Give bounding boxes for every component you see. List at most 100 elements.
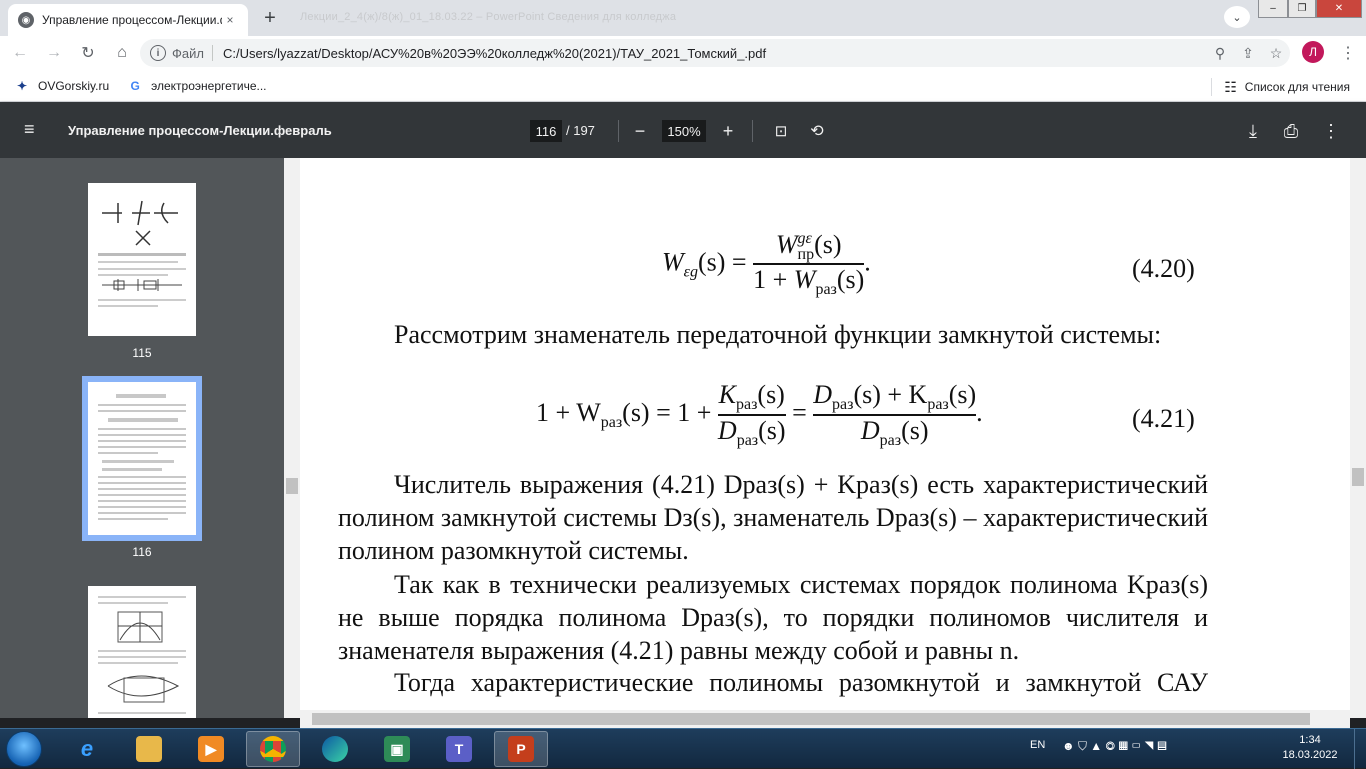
- chrome-taskbar-button[interactable]: [246, 731, 300, 767]
- thumbnail-image: [88, 586, 196, 718]
- store-taskbar-button[interactable]: ▣: [370, 731, 424, 767]
- system-clock[interactable]: 1:34 18.03.2022: [1280, 733, 1340, 763]
- eq-numerator: Dраз(s) + Kраз(s): [813, 380, 976, 414]
- address-bar[interactable]: i Файл C:/Users/lyazzat/Desktop/АСУ%20в%…: [140, 39, 1290, 67]
- page-number-input[interactable]: 116: [530, 120, 562, 142]
- viewer-hscroll-thumb[interactable]: [312, 713, 1310, 725]
- reading-list-button[interactable]: ☷ Список для чтения: [1211, 78, 1350, 96]
- bookmark-electro[interactable]: G электроэнергетиче...: [127, 78, 266, 94]
- eq-numerator: Kраз(s): [719, 380, 785, 414]
- fit-page-icon[interactable]: ⊡: [768, 118, 794, 144]
- clock-time: 1:34: [1299, 734, 1321, 746]
- language-indicator[interactable]: EN: [1030, 739, 1045, 751]
- pdf-viewer[interactable]: Wεg(s) = Wgε пр (s) 1 + Wраз(s) . (4.20) Р…: [300, 158, 1350, 710]
- zoom-icon[interactable]: ⚲: [1206, 45, 1234, 62]
- media-taskbar-button[interactable]: ▶: [184, 731, 238, 767]
- eq-subscript: раз: [927, 396, 949, 414]
- sidebar-scroll-thumb[interactable]: [286, 478, 298, 494]
- paragraph: Числитель выражения (4.21) Dраз(s) + Kра…: [338, 468, 1208, 567]
- browser-menu-icon[interactable]: ⋮: [1336, 41, 1360, 65]
- thumbnail-page-116[interactable]: 116: [82, 376, 202, 559]
- eq-symbol: W: [662, 247, 684, 277]
- powerpoint-taskbar-button[interactable]: P: [494, 731, 548, 767]
- eq-symbol: (s): [757, 380, 785, 409]
- store-icon: ▣: [384, 736, 410, 762]
- equation-number: (4.20): [1132, 254, 1195, 283]
- bookmark-label: OVGorskiy.ru: [38, 78, 110, 93]
- tab-close-icon[interactable]: ×: [222, 13, 238, 27]
- back-button[interactable]: ←: [6, 39, 34, 67]
- thumbnail-page-115[interactable]: 115: [88, 183, 196, 360]
- eq-symbol: D: [860, 415, 880, 445]
- thumbnail-text-lines: [98, 394, 186, 520]
- tab-title: Управление процессом-Лекции.февраль: [42, 13, 222, 27]
- bookmark-star-icon[interactable]: ☆: [1262, 45, 1290, 62]
- paragraph-text: Числитель выражения (4.21) Dраз(s) + Kра…: [338, 470, 1208, 565]
- site-info-icon[interactable]: i: [150, 45, 166, 61]
- minimize-button[interactable]: –: [1258, 0, 1288, 18]
- equation-4-21: 1 + Wраз(s) = 1 + Kраз(s) Dраз(s) = Dраз…: [536, 380, 983, 450]
- tab-strip: ◉ Управление процессом-Лекции.февраль × …: [0, 0, 1366, 36]
- new-tab-button[interactable]: +: [256, 6, 284, 30]
- pdf-title: Управление процессом-Лекции.февраль: [68, 123, 332, 138]
- show-desktop-button[interactable]: [1354, 729, 1366, 769]
- eq-subscript: раз: [832, 396, 854, 414]
- thumbnail-page-117[interactable]: [88, 586, 196, 718]
- profile-avatar[interactable]: Л: [1302, 41, 1324, 63]
- eq-subscript: раз: [879, 431, 902, 449]
- viewer-horizontal-scrollbar[interactable]: [300, 710, 1350, 728]
- tab-search-chevron-icon[interactable]: ⌄: [1224, 6, 1250, 28]
- eq-subscript: пр: [797, 246, 815, 264]
- zoom-out-button[interactable]: −: [627, 118, 653, 144]
- eq-superscript: gε: [797, 230, 812, 248]
- eq-symbol: (s): [758, 415, 786, 445]
- equation-number: (4.21): [1132, 404, 1195, 433]
- thumbnail-diagram: [98, 596, 186, 714]
- paragraph: Тогда характеристические полиномы разомк…: [338, 666, 1208, 710]
- eq-symbol: 1 + W: [536, 397, 601, 427]
- ie-icon: e: [80, 736, 94, 761]
- maximize-button[interactable]: ❐: [1288, 0, 1316, 18]
- reload-button[interactable]: ↻: [74, 39, 102, 67]
- thumbnail-diagram: [98, 200, 186, 307]
- download-icon[interactable]: ⤓: [1240, 118, 1266, 144]
- eq-symbol: K: [718, 380, 736, 409]
- thumbnail-label: 115: [132, 346, 152, 360]
- start-button[interactable]: [6, 731, 42, 767]
- pdf-menu-icon[interactable]: ≡: [24, 120, 44, 138]
- share-icon[interactable]: ⇪: [1234, 45, 1262, 62]
- ie-taskbar-button[interactable]: e: [60, 731, 114, 767]
- pdf-toolbar: ≡ Управление процессом-Лекции.февраль 11…: [0, 102, 1366, 158]
- reading-list-label: Список для чтения: [1244, 80, 1350, 94]
- tray-icons[interactable]: ☻ ⛉ ▲ ◎ ▦ ▭ ◥ ▤: [1062, 739, 1167, 754]
- sidebar-scrollbar[interactable]: [284, 158, 300, 718]
- bookmark-ovgorskiy[interactable]: ✦ OVGorskiy.ru: [14, 78, 109, 94]
- edge-taskbar-button[interactable]: [308, 731, 362, 767]
- toolbar-divider: [618, 120, 619, 142]
- pdf-tab-icon: ◉: [18, 12, 34, 28]
- teams-taskbar-button[interactable]: T: [432, 731, 486, 767]
- pdf-page: Wεg(s) = Wgε пр (s) 1 + Wраз(s) . (4.20) Р…: [300, 158, 1350, 710]
- viewer-scroll-thumb[interactable]: [1352, 468, 1364, 486]
- eq-symbol: W: [793, 264, 816, 294]
- url-text[interactable]: C:/Users/lyazzat/Desktop/АСУ%20в%20ЭЭ%20…: [223, 46, 1206, 61]
- powerpoint-icon: P: [508, 736, 534, 762]
- paragraph-text: Так как в технически реализуемых система…: [338, 570, 1208, 665]
- forward-button[interactable]: →: [40, 39, 68, 67]
- home-button[interactable]: ⌂: [108, 39, 136, 67]
- close-window-button[interactable]: ✕: [1316, 0, 1362, 18]
- explorer-taskbar-button[interactable]: [122, 731, 176, 767]
- zoom-level-input[interactable]: 150%: [662, 120, 706, 142]
- eq-subscript: раз: [736, 431, 759, 449]
- print-icon[interactable]: ⎙: [1278, 118, 1304, 144]
- eq-symbol: (s): [948, 380, 977, 409]
- eq-fraction: Dраз(s) + Kраз(s) Dраз(s): [813, 380, 977, 450]
- eq-denominator: 1 + Wраз(s): [753, 265, 864, 299]
- active-tab[interactable]: ◉ Управление процессом-Лекции.февраль ×: [8, 4, 248, 36]
- zoom-in-button[interactable]: +: [715, 118, 741, 144]
- thumbnail-image: [88, 183, 196, 336]
- pdf-more-icon[interactable]: ⋮: [1318, 118, 1344, 144]
- eq-fraction: Wgε пр (s) 1 + Wраз(s): [753, 230, 865, 299]
- viewer-vertical-scrollbar[interactable]: [1350, 158, 1366, 718]
- rotate-icon[interactable]: ⟲: [804, 118, 830, 144]
